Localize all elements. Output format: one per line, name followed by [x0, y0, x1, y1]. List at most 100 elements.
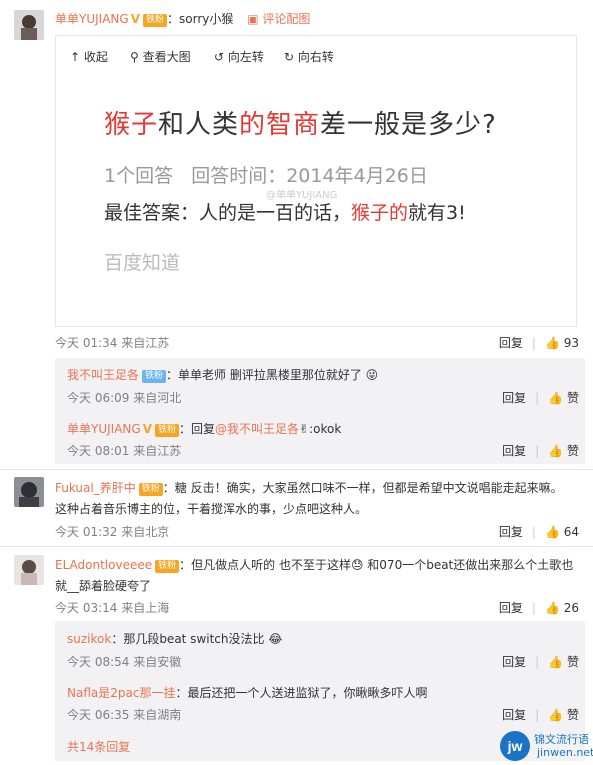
comment-actions: 回复 | 👍 26 — [499, 599, 579, 616]
like-label: 赞 — [566, 655, 579, 669]
rotate-right-icon: ↻ — [284, 50, 295, 64]
avatar-image — [14, 477, 44, 507]
username[interactable]: 单单YUJIANG — [55, 12, 129, 26]
reply-text: ：单单老师 删评拉黑楼里那位就好了 — [166, 368, 362, 382]
reply-button[interactable]: 回复 — [502, 444, 526, 458]
logo-url: jinwen.net — [537, 746, 593, 759]
comment-header: 单单YUJIANG V 铁粉 ：sorry小猴 ▣ 评论配图 — [55, 10, 593, 27]
like-button[interactable]: 👍 赞 — [548, 391, 579, 405]
like-button[interactable]: 👍 赞 — [548, 708, 579, 722]
comment-text-line: 就__舔着脸硬夸了 — [55, 579, 152, 593]
image-icon: ▣ — [247, 12, 259, 26]
comment-text-line: 这种占着音乐博主的位，干着搅浑水的事，少点吧这种人。 — [55, 502, 368, 516]
thumbs-up-icon: 👍 — [548, 708, 564, 722]
like-button[interactable]: 👍 26 — [545, 601, 579, 615]
reply-item: Nafla是2pac那一挂：最后还把一个人送进监狱了，你瞅瞅多吓人啊 — [67, 684, 593, 701]
like-button[interactable]: 👍 赞 — [548, 655, 579, 669]
thumbs-up-icon: 👍 — [544, 525, 560, 539]
reply-actions: 回复 | 👍 赞 — [502, 442, 579, 459]
like-count: 64 — [563, 525, 579, 539]
reply-button[interactable]: 回复 — [502, 655, 526, 669]
best-answer: 最佳答案：人的是一百的话，猴子的就有3! — [104, 198, 466, 225]
fan-badge: 铁粉 — [138, 483, 163, 496]
like-label: 赞 — [566, 708, 579, 722]
collapse-button[interactable]: ↑ 收起 — [70, 48, 108, 65]
verified-v-icon: V — [130, 12, 140, 26]
avatar-image — [14, 555, 44, 585]
divider: | — [531, 601, 536, 615]
fan-badge: 铁粉 — [155, 560, 180, 573]
username[interactable]: 单单YUJIANG — [67, 422, 141, 436]
thumbs-up-icon: 👍 — [544, 601, 560, 615]
divider: | — [535, 391, 540, 405]
verified-v-icon: V — [142, 422, 152, 436]
rotate-right-button[interactable]: ↻ 向右转 — [284, 48, 334, 65]
mention-link[interactable]: @我不叫王足各 — [215, 422, 299, 436]
jw-logo-icon: jw — [500, 731, 530, 761]
arrow-up-icon: ↑ — [70, 50, 81, 64]
reply-text: :okok — [309, 422, 342, 436]
emoji-icon: ✌ — [299, 422, 310, 436]
title-part: 差一般是多少? — [320, 110, 497, 140]
comment-text: 和070一个beat还做出来那么个土歌也 — [363, 558, 574, 572]
like-count: 26 — [563, 601, 579, 615]
answer-meta: 1个回答 回答时间：2014年4月26日 — [104, 165, 428, 187]
reply-button[interactable]: 回复 — [499, 601, 523, 615]
divider: | — [535, 708, 540, 722]
title-part: 猴子 — [104, 110, 159, 140]
search-icon: ⚲ — [130, 50, 139, 64]
comment-actions: 回复 | 👍 93 — [499, 334, 579, 351]
reply-item: 我不叫王足各 铁粉 ：单单老师 删评拉黑楼里那位就好了 😜 — [67, 366, 593, 383]
thumbs-up-icon: 👍 — [548, 444, 564, 458]
avatar[interactable] — [14, 555, 44, 585]
comment-header: ELAdontloveeee 铁粉 ：但凡做点人听的 也不至于这样😓 和070一个b… — [55, 556, 593, 573]
view-large-label: 查看大图 — [142, 50, 191, 64]
reply-text: ：回复 — [179, 422, 216, 436]
reply-button[interactable]: 回复 — [499, 525, 523, 539]
username[interactable]: Fukual_养肝中 — [55, 481, 136, 495]
like-button[interactable]: 👍 赞 — [548, 444, 579, 458]
like-button[interactable]: 👍 93 — [545, 336, 579, 350]
like-count: 93 — [563, 336, 579, 350]
username[interactable]: Nafla是2pac那一挂 — [67, 686, 175, 700]
reply-actions: 回复 | 👍 赞 — [502, 706, 579, 723]
answer-part: 就有3! — [408, 202, 466, 224]
title-part: 的智商 — [239, 110, 321, 140]
fan-badge: 铁粉 — [142, 370, 167, 383]
review-image-link[interactable]: 评论配图 — [262, 12, 310, 26]
view-large-button[interactable]: ⚲ 查看大图 — [130, 48, 191, 65]
divider: | — [531, 336, 536, 350]
divider — [0, 546, 593, 547]
fan-badge: 铁粉 — [154, 424, 179, 437]
rotate-left-button[interactable]: ↺ 向左转 — [214, 48, 264, 65]
like-label: 赞 — [566, 444, 579, 458]
like-button[interactable]: 👍 64 — [545, 525, 579, 539]
emoji-icon: 😜 — [361, 368, 379, 382]
reply-text: ：最后还把一个人送进监狱了，你瞅瞅多吓人啊 — [175, 686, 428, 700]
avatar-image — [14, 10, 44, 40]
answer-part: 猴子的 — [351, 202, 409, 224]
username[interactable]: 我不叫王足各 — [67, 368, 139, 382]
reply-text: ：那几段beat switch没法比 — [111, 632, 265, 646]
comment-image-card: ↑ 收起 ⚲ 查看大图 ↺ 向左转 ↻ 向右转 猴子和人类的智商差一般是多少? … — [55, 35, 577, 327]
avatar[interactable] — [14, 477, 44, 507]
username[interactable]: suzikok — [67, 632, 111, 646]
username[interactable]: ELAdontloveeee — [55, 558, 152, 572]
reply-button[interactable]: 回复 — [499, 336, 523, 350]
comment-actions: 回复 | 👍 64 — [499, 523, 579, 540]
comment-text: ：但凡做点人听的 也不至于这样 — [179, 558, 351, 572]
rotate-left-icon: ↺ — [214, 50, 225, 64]
reply-actions: 回复 | 👍 赞 — [502, 389, 579, 406]
rotate-left-label: 向左转 — [227, 50, 264, 64]
logo-text: 锦文流行语 — [534, 733, 589, 746]
reply-button[interactable]: 回复 — [502, 391, 526, 405]
reply-button[interactable]: 回复 — [502, 708, 526, 722]
fan-badge: 铁粉 — [142, 14, 167, 27]
reply-item: suzikok：那几段beat switch没法比 😂 — [67, 630, 593, 647]
question-title: 猴子和人类的智商差一般是多少? — [104, 104, 497, 141]
avatar[interactable] — [14, 10, 44, 40]
more-replies-label: 共14条回复 — [67, 740, 131, 754]
divider: | — [535, 655, 540, 669]
svg-text:jw: jw — [507, 738, 523, 754]
divider: | — [531, 525, 536, 539]
